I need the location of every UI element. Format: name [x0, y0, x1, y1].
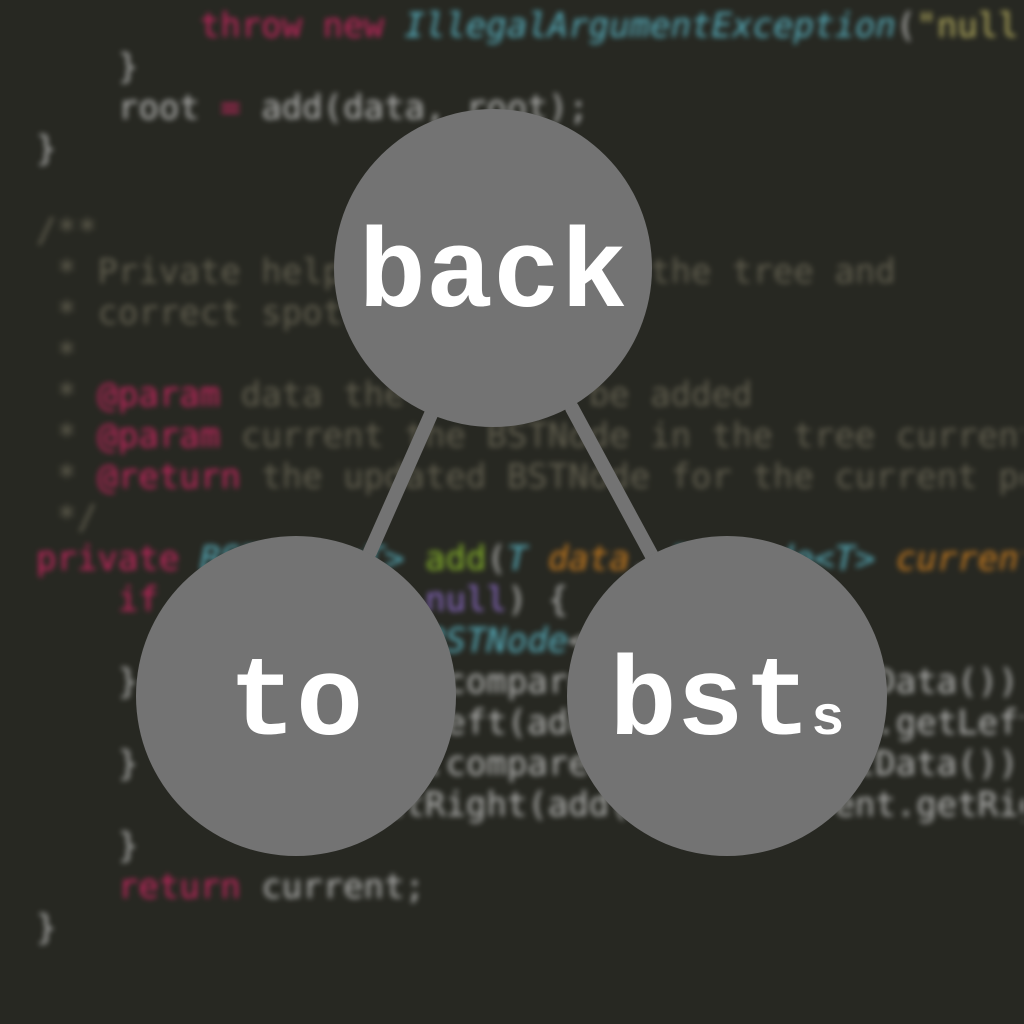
thumbnail-canvas: throw new IllegalArgumentException("null… [0, 0, 1024, 1024]
tree-node-root: back [334, 109, 652, 427]
tree-node-right: bsts [567, 536, 887, 856]
tree-diagram: back to bsts [136, 109, 887, 856]
node-right-label: bsts [609, 641, 844, 768]
node-root-label: back [359, 213, 628, 340]
node-left-label: to [229, 641, 363, 768]
tree-node-left: to [136, 536, 456, 856]
edge-root-to-left [363, 405, 439, 559]
edge-root-to-right [565, 401, 659, 563]
